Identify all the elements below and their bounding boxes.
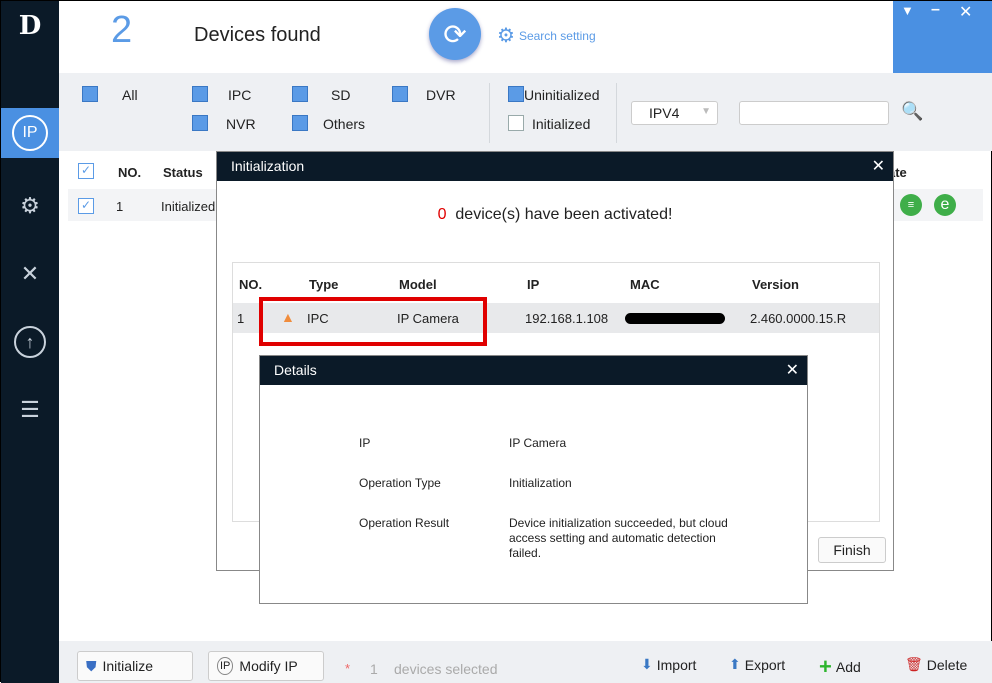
row-ip: 192.168.1.108 [525, 311, 609, 326]
highlight-box [259, 297, 487, 346]
sidebar-item-ip[interactable]: IP [1, 108, 59, 158]
filter-dvr-checkbox[interactable] [392, 86, 408, 102]
search-input[interactable] [739, 101, 889, 125]
row-version: 2.460.0000.15.R [750, 311, 847, 326]
selected-text: devices selected [394, 661, 498, 677]
dialog-title: Details [274, 362, 317, 378]
divider [489, 83, 490, 143]
column-mac: MAC [630, 277, 660, 292]
filter-ipc-label: IPC [228, 87, 252, 103]
filter-sd-label: SD [331, 87, 351, 103]
web-browser-icon[interactable]: e [934, 194, 956, 216]
export-button[interactable]: ⬆ Export [729, 656, 785, 673]
filter-all-checkbox[interactable] [82, 86, 98, 102]
delete-button[interactable]: 🗑 Delete [905, 656, 967, 673]
filter-ipc-checkbox[interactable] [192, 86, 208, 102]
filter-all-label: All [122, 87, 138, 103]
field-label: IP [359, 436, 371, 450]
filter-uninitialized-checkbox[interactable] [508, 86, 524, 102]
search-setting-link[interactable]: ⚙ Search setting [497, 23, 596, 48]
sidebar: D IP ⚙ ✕ ↑ ☰ [1, 1, 59, 683]
filter-dvr-label: DVR [426, 87, 456, 103]
details-icon[interactable]: ≡ [900, 194, 922, 216]
column-model: Model [399, 277, 437, 292]
asterisk: * [345, 661, 351, 676]
search-icon[interactable]: 🔍 [901, 101, 923, 122]
mac-redacted [625, 313, 725, 324]
tools-icon: ✕ [20, 261, 40, 286]
minimize-icon[interactable]: – [931, 1, 940, 19]
select-all-checkbox[interactable]: ✓ [78, 163, 94, 179]
column-type: Type [309, 277, 339, 292]
filter-bar: All IPC SD DVR NVR Others Uninitialized … [59, 73, 992, 151]
column-version: Version [752, 277, 799, 292]
finish-button[interactable]: Finish [818, 537, 886, 563]
row-no: 1 [237, 311, 245, 326]
filter-nvr-checkbox[interactable] [192, 115, 208, 131]
dialog-title: Initialization [231, 158, 305, 174]
filter-others-checkbox[interactable] [292, 115, 308, 131]
close-icon[interactable]: ✕ [786, 360, 799, 380]
field-value: Initialization [509, 476, 572, 490]
close-icon[interactable]: ✕ [959, 2, 972, 22]
filter-sd-checkbox[interactable] [292, 86, 308, 102]
page-title: Devices found [194, 24, 321, 46]
header: 2 Devices found ⟳ ⚙ Search setting [59, 1, 893, 73]
column-no: NO. [239, 277, 263, 292]
column-ip: IP [527, 277, 540, 292]
ip-edit-icon: IP [12, 115, 48, 151]
refresh-icon: ⟳ [443, 18, 467, 50]
list-icon: ☰ [20, 397, 40, 422]
sidebar-item-upgrade[interactable]: ↑ [1, 317, 59, 367]
camera-settings-icon: ⚙ [20, 193, 40, 218]
row-status: Initialized [161, 199, 216, 214]
import-button[interactable]: ⬇ Import [641, 656, 696, 673]
row-no: 1 [116, 199, 124, 214]
filter-nvr-label: NVR [226, 116, 256, 132]
modify-ip-button[interactable]: IP Modify IP [208, 651, 324, 681]
plus-icon: + [819, 654, 832, 679]
ip-version-select[interactable]: IPV4 ▼ [631, 101, 718, 125]
chevron-down-icon: ▼ [701, 106, 711, 117]
gear-icon: ⚙ [497, 25, 515, 47]
menu-dropdown-icon[interactable]: ▼ [901, 3, 914, 18]
add-button[interactable]: + Add [819, 654, 861, 680]
ip-edit-icon: IP [217, 657, 234, 675]
device-count: 2 [111, 9, 133, 51]
app-logo: D [18, 11, 42, 41]
field-value: IP Camera [509, 436, 567, 450]
selected-count: 1 [370, 661, 378, 677]
filter-initialized-label: Initialized [532, 116, 591, 132]
shield-icon: ⛊ [86, 657, 97, 674]
column-status: Status [163, 165, 203, 180]
field-label: Operation Type [359, 476, 441, 490]
bottom-toolbar: ⛊ Initialize IP Modify IP * 1 devices sele… [59, 641, 992, 683]
upgrade-icon: ↑ [14, 326, 46, 358]
divider [616, 83, 617, 143]
filter-uninitialized-label: Uninitialized [524, 87, 600, 103]
filter-initialized-checkbox[interactable] [508, 115, 524, 131]
activation-message: 0 device(s) have been activated! [437, 206, 673, 223]
sidebar-item-list[interactable]: ☰ [1, 385, 59, 435]
export-icon: ⬆ [729, 656, 741, 672]
dialog-header: Details ✕ [260, 356, 807, 385]
window-controls: ▼ – ✕ [893, 1, 992, 73]
dialog-header: Initialization ✕ [217, 152, 893, 181]
initialize-button[interactable]: ⛊ Initialize [77, 651, 193, 681]
field-label: Operation Result [359, 516, 450, 530]
refresh-button[interactable]: ⟳ [429, 8, 481, 60]
row-checkbox[interactable]: ✓ [78, 198, 94, 214]
sidebar-item-camera[interactable]: ⚙ [1, 181, 59, 231]
details-dialog: Details ✕ IP IP Camera Operation Type Ini… [259, 355, 808, 604]
trash-icon: 🗑 [905, 656, 923, 672]
sidebar-item-tools[interactable]: ✕ [1, 249, 59, 299]
column-no: NO. [118, 165, 142, 180]
close-icon[interactable]: ✕ [872, 156, 885, 176]
filter-others-label: Others [323, 116, 366, 132]
import-icon: ⬇ [641, 656, 653, 672]
field-value: Device initialization succeeded, but clo… [509, 516, 728, 560]
